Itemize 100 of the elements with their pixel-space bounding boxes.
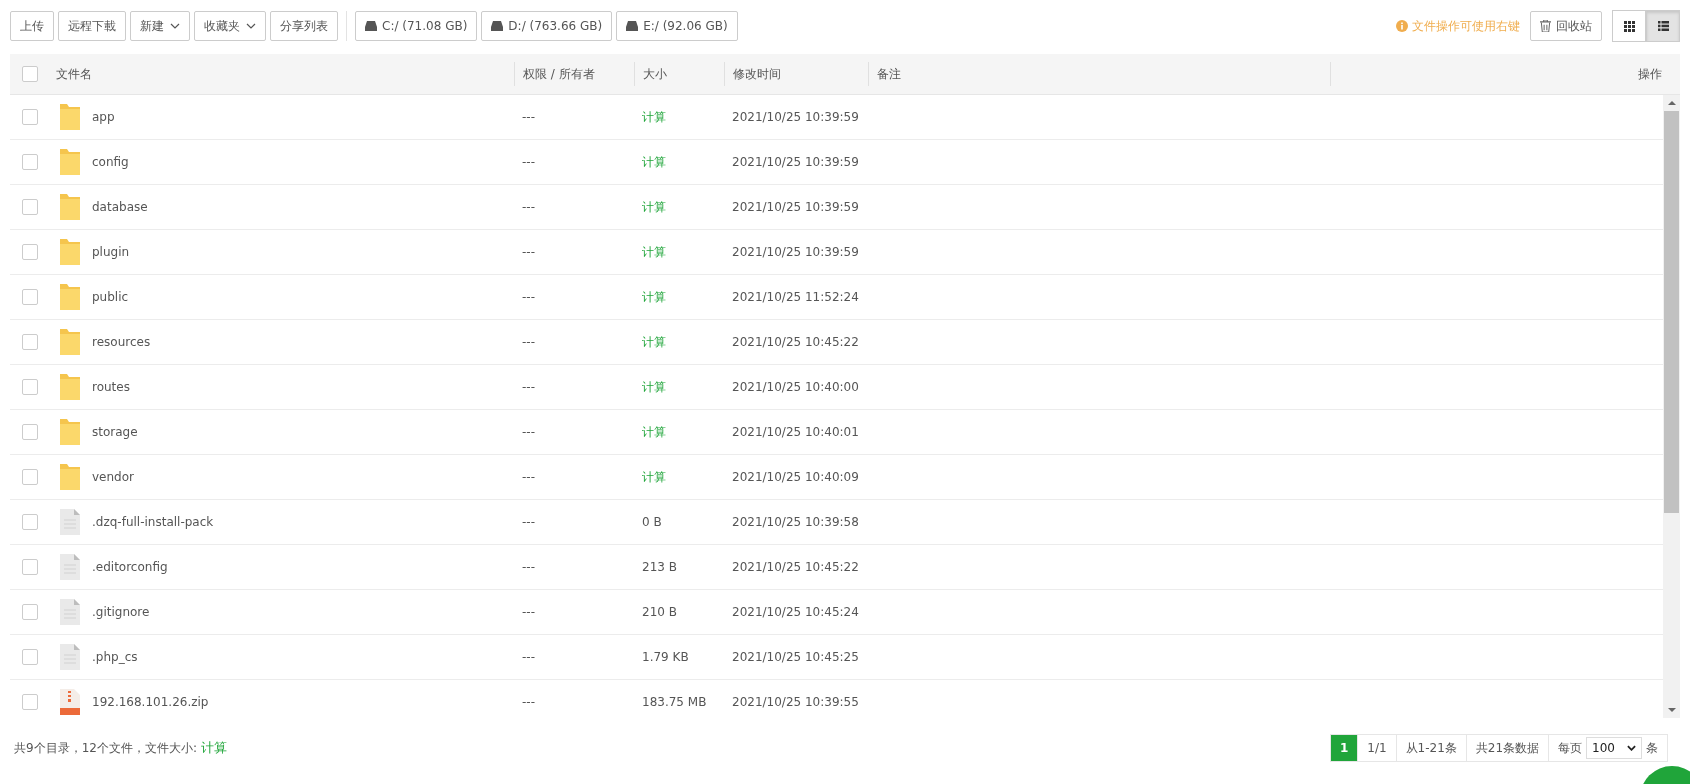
scroll-down-icon[interactable] — [1667, 708, 1676, 712]
row-checkbox[interactable] — [22, 469, 38, 485]
trash-icon — [1540, 20, 1551, 32]
folder-icon — [60, 239, 80, 265]
file-name[interactable]: storage — [92, 425, 138, 439]
per-page-select[interactable]: 100 — [1586, 737, 1642, 759]
table-cell: --- — [522, 245, 535, 259]
document-icon — [60, 644, 80, 670]
table-cell: 2021/10/25 10:39:55 — [732, 695, 859, 709]
document-icon — [60, 554, 80, 580]
list-icon — [1657, 21, 1669, 31]
row-checkbox[interactable] — [22, 649, 38, 665]
file-name[interactable]: .editorconfig — [92, 560, 168, 574]
row-checkbox[interactable] — [22, 244, 38, 260]
table-cell: 0 B — [642, 515, 662, 529]
file-name[interactable]: public — [92, 290, 129, 304]
row-checkbox[interactable] — [22, 424, 38, 440]
caret-icon — [1627, 745, 1636, 751]
drive-icon — [626, 21, 639, 31]
per-page-label: 每页 — [1558, 739, 1583, 757]
table-cell: 2021/10/25 10:40:00 — [732, 380, 859, 394]
file-name[interactable]: plugin — [92, 245, 130, 259]
file-name[interactable]: 192.168.101.26.zip — [92, 695, 209, 709]
table-cell: 1.79 KB — [642, 650, 689, 664]
toolbar-button[interactable]: 上传 — [10, 11, 54, 41]
drive-button[interactable]: C:/ (71.08 GB) — [355, 11, 478, 41]
file-name[interactable]: database — [92, 200, 148, 214]
table-cell: 2021/10/25 10:40:09 — [732, 470, 859, 484]
row-checkbox[interactable] — [22, 154, 38, 170]
table-cell: --- — [522, 425, 535, 439]
column-header: 大小 — [643, 65, 667, 83]
caret-icon — [246, 23, 256, 29]
toolbar-button[interactable]: 收藏夹 — [194, 11, 266, 41]
table-cell: --- — [522, 560, 535, 574]
file-name[interactable]: resources — [92, 335, 151, 349]
file-name[interactable]: .gitignore — [92, 605, 150, 619]
row-checkbox[interactable] — [22, 334, 38, 350]
toolbar-button[interactable]: 远程下載 — [58, 11, 126, 41]
document-icon — [60, 599, 80, 625]
row-checkbox[interactable] — [22, 109, 38, 125]
row-checkbox[interactable] — [22, 289, 38, 305]
column-header: 操作 — [1638, 65, 1662, 83]
table-cell: --- — [522, 470, 535, 484]
grid-view-button[interactable] — [1612, 10, 1646, 42]
table-cell: --- — [522, 110, 535, 124]
drive-icon — [491, 21, 504, 31]
row-checkbox[interactable] — [22, 559, 38, 575]
file-name[interactable]: app — [92, 110, 115, 124]
hint-text: 文件操作可使用右键 — [1396, 17, 1520, 35]
folder-icon — [60, 419, 80, 445]
table-cell: --- — [522, 605, 535, 619]
recycle-bin-button[interactable]: 回收站 — [1530, 11, 1602, 41]
toolbar-button[interactable]: 分享列表 — [270, 11, 338, 41]
table-cell: 2021/10/25 10:39:58 — [732, 515, 859, 529]
table-cell: 213 B — [642, 560, 677, 574]
table-cell: 2021/10/25 10:45:25 — [732, 650, 859, 664]
folder-icon — [60, 104, 80, 130]
caret-icon — [170, 23, 180, 29]
archive-icon — [60, 689, 80, 715]
file-name[interactable]: .php_cs — [92, 650, 138, 664]
info-icon — [1396, 20, 1408, 32]
row-checkbox[interactable] — [22, 694, 38, 710]
file-name[interactable]: vendor — [92, 470, 134, 484]
row-checkbox[interactable] — [22, 514, 38, 530]
scroll-up-icon[interactable] — [1667, 101, 1676, 105]
table-cell: 183.75 MB — [642, 695, 707, 709]
column-header: 备注 — [877, 65, 901, 83]
table-cell: 2021/10/25 11:52:24 — [732, 290, 859, 304]
row-checkbox[interactable] — [22, 199, 38, 215]
table-cell: 2021/10/25 10:45:24 — [732, 605, 859, 619]
table-cell: --- — [522, 335, 535, 349]
table-cell: 2021/10/25 10:39:59 — [732, 155, 859, 169]
select-all-checkbox[interactable] — [22, 66, 38, 82]
table-cell: 2021/10/25 10:39:59 — [732, 245, 859, 259]
folder-icon — [60, 464, 80, 490]
table-cell: 2021/10/25 10:40:01 — [732, 425, 859, 439]
folder-icon — [60, 149, 80, 175]
file-name[interactable]: routes — [92, 380, 130, 394]
table-cell: 2021/10/25 10:45:22 — [732, 560, 859, 574]
document-icon — [60, 509, 80, 535]
table-cell: --- — [522, 695, 535, 709]
table-cell: 210 B — [642, 605, 677, 619]
column-header: 文件名 — [56, 65, 92, 83]
column-header: 权限 / 所有者 — [523, 65, 595, 83]
table-cell: --- — [522, 155, 535, 169]
drive-button[interactable]: E:/ (92.06 GB) — [616, 11, 738, 41]
row-checkbox[interactable] — [22, 379, 38, 395]
grid-icon — [1623, 20, 1635, 32]
table-cell: --- — [522, 515, 535, 529]
list-view-button[interactable] — [1646, 10, 1680, 42]
scrollbar[interactable] — [1663, 95, 1680, 718]
row-checkbox[interactable] — [22, 604, 38, 620]
toolbar-button[interactable]: 新建 — [130, 11, 190, 41]
folder-icon — [60, 194, 80, 220]
table-cell: --- — [522, 380, 535, 394]
drive-button[interactable]: D:/ (763.66 GB) — [481, 11, 613, 41]
file-name[interactable]: .dzq-full-install-pack — [92, 515, 214, 529]
table-cell: --- — [522, 650, 535, 664]
folder-icon — [60, 329, 80, 355]
file-name[interactable]: config — [92, 155, 129, 169]
